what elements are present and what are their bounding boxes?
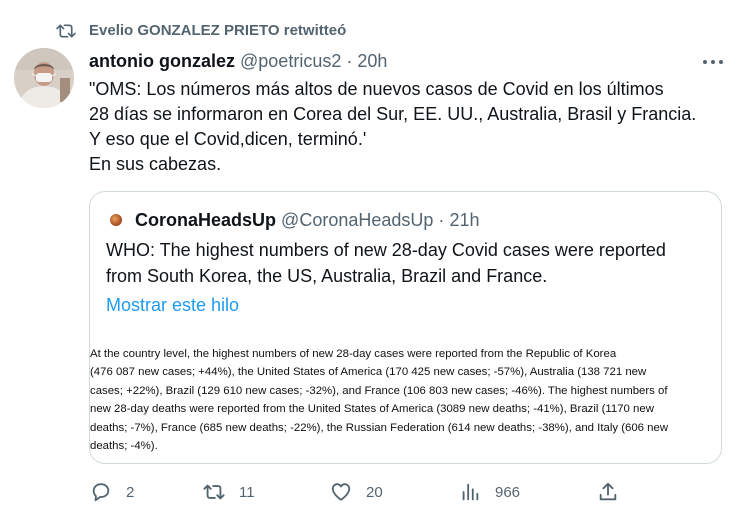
tweet-time[interactable]: 20h <box>357 51 387 71</box>
quoted-text-line: WHO: The highest numbers of new 28-day C… <box>106 240 666 260</box>
heart-icon <box>331 483 351 501</box>
quoted-image-text: At the country level, the highest number… <box>90 345 721 455</box>
separator-dot: · <box>438 210 445 230</box>
quoted-text-line: from South Korea, the US, Australia, Bra… <box>106 266 548 286</box>
like-count: 20 <box>366 483 383 501</box>
views-icon <box>462 483 479 501</box>
quoted-author-handle[interactable]: @CoronaHeadsUp <box>281 210 433 230</box>
image-text-line: new 28-day deaths were reported from the… <box>90 403 654 416</box>
action-bar: 2 11 20 966 <box>0 476 748 508</box>
image-text-line: deaths; -7%), France (685 new deaths; -2… <box>90 421 669 434</box>
quoted-tweet-time[interactable]: 21h <box>449 210 479 230</box>
quoted-avatar[interactable] <box>110 213 122 226</box>
reply-icon <box>92 483 110 502</box>
share-icon <box>599 482 617 501</box>
views-button[interactable]: 966 <box>459 476 520 508</box>
avatar[interactable] <box>14 48 74 108</box>
image-text-line: deaths; -4%). <box>90 440 158 453</box>
tweet-text-line: "OMS: Los números más altos de nuevos ca… <box>89 79 664 99</box>
quoted-author-name[interactable]: CoronaHeadsUp <box>135 210 276 230</box>
share-button[interactable] <box>597 476 619 508</box>
like-button[interactable]: 20 <box>330 476 383 508</box>
retweet-count: 11 <box>239 483 255 501</box>
tweet-header: antonio gonzalez @poetricus2 · 20h <box>89 50 387 72</box>
author-name[interactable]: antonio gonzalez <box>89 51 235 71</box>
reply-button[interactable]: 2 <box>90 476 134 508</box>
retweet-icon <box>56 24 76 38</box>
quoted-tweet-header: CoronaHeadsUp @CoronaHeadsUp · 21h <box>110 209 479 231</box>
tweet-text-line: En sus cabezas. <box>89 154 222 174</box>
tweet-text-line: 28 días se informaron en Corea del Sur, … <box>89 104 697 124</box>
tweet-text: "OMS: Los números más altos de nuevos ca… <box>89 77 739 177</box>
tweet-text-line: Y eso que el Covid,dicen, terminó.' <box>89 129 367 149</box>
separator-dot: · <box>346 51 353 71</box>
image-text-line: cases; +22%), Brazil (129 610 new cases;… <box>90 384 668 397</box>
quoted-image[interactable]: At the country level, the highest number… <box>90 337 721 463</box>
views-count: 966 <box>495 483 521 501</box>
retweet-button[interactable]: 11 <box>203 476 255 508</box>
quoted-tweet-text: WHO: The highest numbers of new 28-day C… <box>106 237 716 289</box>
retweeted-by-text[interactable]: Evelio GONZALEZ PRIETO retwitteó <box>89 22 346 39</box>
more-icon[interactable] <box>700 54 726 70</box>
quoted-tweet[interactable]: CoronaHeadsUp @CoronaHeadsUp · 21h WHO: … <box>89 191 722 464</box>
retweet-icon <box>203 484 225 500</box>
show-thread-link[interactable]: Mostrar este hilo <box>106 295 239 316</box>
author-handle[interactable]: @poetricus2 <box>240 51 341 71</box>
avatar-image <box>14 48 74 108</box>
image-text-line: At the country level, the highest number… <box>90 348 617 360</box>
reply-count: 2 <box>126 483 135 501</box>
image-text-line: (476 087 new cases; +44%), the United St… <box>90 366 647 379</box>
